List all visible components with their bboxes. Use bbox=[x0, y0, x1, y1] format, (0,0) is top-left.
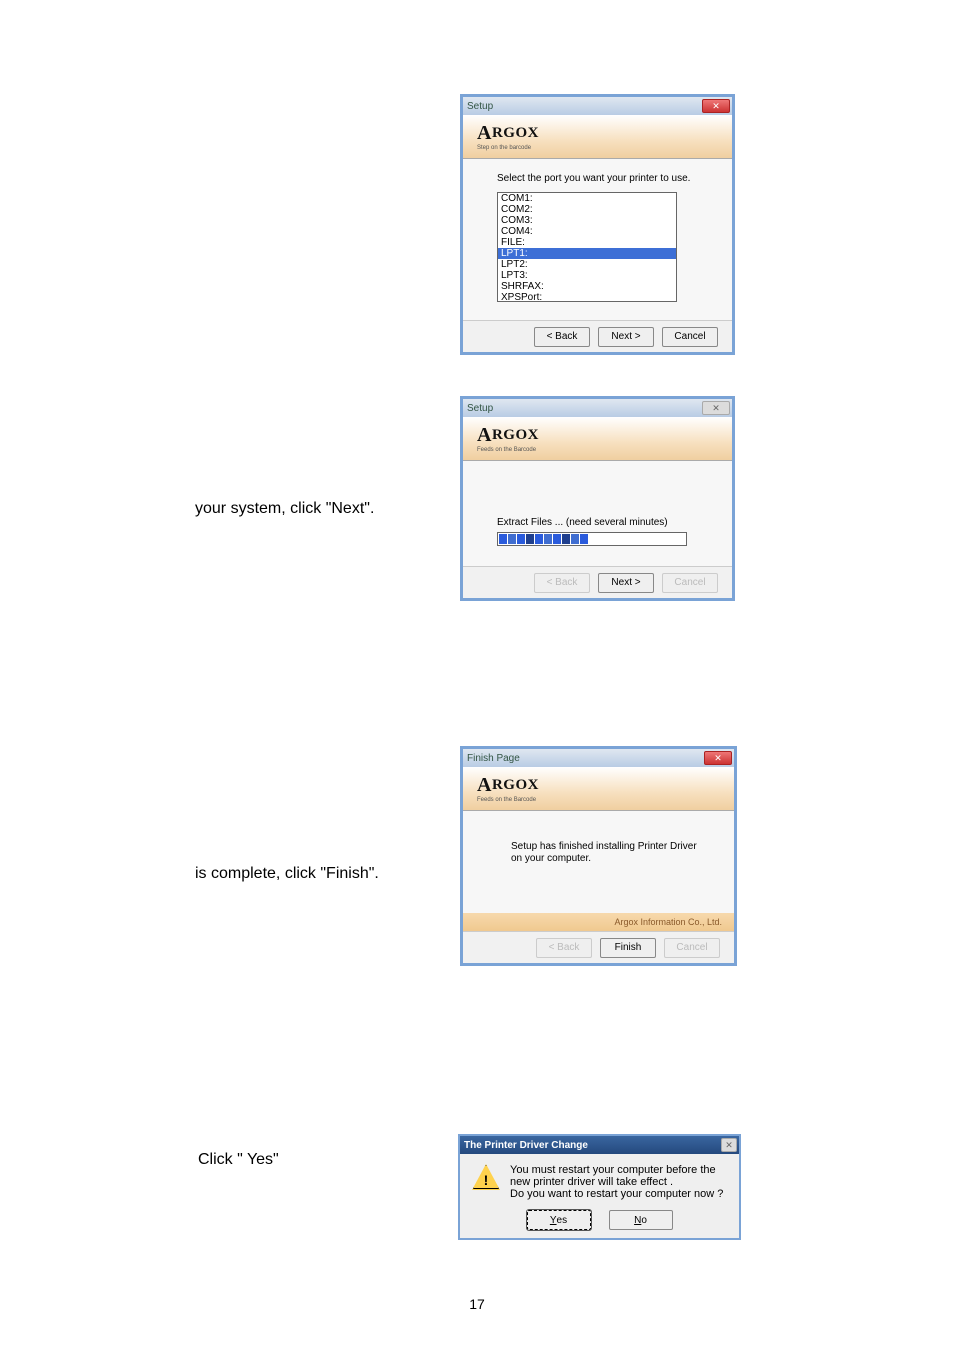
caption-complete: is complete, click "Finish". bbox=[195, 865, 379, 883]
argox-logo: ARGOX bbox=[477, 774, 734, 797]
cancel-button: Cancel bbox=[664, 938, 720, 958]
port-option[interactable]: LPT3: bbox=[498, 270, 676, 281]
msgbox-line2: Do you want to restart your computer now… bbox=[510, 1188, 727, 1200]
port-option[interactable]: COM4: bbox=[498, 226, 676, 237]
argox-banner: ARGOX Step on the barcode bbox=[463, 115, 732, 159]
port-listbox[interactable]: COM1:COM2:COM3:COM4:FILE:LPT1:LPT2:LPT3:… bbox=[497, 192, 677, 302]
back-button: < Back bbox=[534, 573, 590, 593]
extract-label: Extract Files ... (need several minutes) bbox=[497, 517, 712, 528]
titlebar: The Printer Driver Change ✕ bbox=[460, 1136, 739, 1154]
page-number: 17 bbox=[469, 1296, 485, 1312]
titlebar: Setup ✕ bbox=[463, 399, 732, 417]
back-button[interactable]: < Back bbox=[534, 327, 590, 347]
caption-yes: Click " Yes" bbox=[198, 1151, 279, 1169]
port-option[interactable]: FILE: bbox=[498, 237, 676, 248]
port-option[interactable]: COM2: bbox=[498, 204, 676, 215]
port-label: Select the port you want your printer to… bbox=[497, 173, 712, 184]
cancel-button[interactable]: Cancel bbox=[662, 327, 718, 347]
finish-message: Setup has finished installing Printer Dr… bbox=[511, 841, 698, 865]
next-button[interactable]: Next > bbox=[598, 327, 654, 347]
titlebar: Setup ✕ bbox=[463, 97, 732, 115]
back-button: < Back bbox=[536, 938, 592, 958]
argox-tagline: Step on the barcode bbox=[477, 145, 732, 151]
finish-dialog: Finish Page ✕ ARGOX Feeds on the Barcode… bbox=[460, 746, 737, 966]
argox-tagline: Feeds on the Barcode bbox=[477, 797, 734, 803]
argox-tagline: Feeds on the Barcode bbox=[477, 447, 732, 453]
warning-icon: ! bbox=[472, 1164, 500, 1200]
close-icon[interactable]: ✕ bbox=[702, 401, 730, 415]
no-button[interactable]: No bbox=[609, 1210, 673, 1230]
cancel-button: Cancel bbox=[662, 573, 718, 593]
dialog-title: Finish Page bbox=[467, 753, 520, 764]
yes-button[interactable]: Yes bbox=[527, 1210, 591, 1230]
setup-extract-dialog: Setup ✕ ARGOX Feeds on the Barcode Extra… bbox=[460, 396, 735, 601]
dialog-title: The Printer Driver Change bbox=[464, 1140, 588, 1151]
argox-banner: ARGOX Feeds on the Barcode bbox=[463, 417, 732, 461]
port-option[interactable]: LPT2: bbox=[498, 259, 676, 270]
next-button[interactable]: Next > bbox=[598, 573, 654, 593]
port-option[interactable]: COM3: bbox=[498, 215, 676, 226]
argox-logo: ARGOX bbox=[477, 122, 732, 145]
argox-banner: ARGOX Feeds on the Barcode bbox=[463, 767, 734, 811]
caption-system: your system, click "Next". bbox=[195, 500, 374, 518]
setup-port-dialog: Setup ✕ ARGOX Step on the barcode Select… bbox=[460, 94, 735, 355]
msgbox-line1: You must restart your computer before th… bbox=[510, 1164, 727, 1188]
close-icon[interactable]: ✕ bbox=[702, 99, 730, 113]
port-option[interactable]: LPT1: bbox=[498, 248, 676, 259]
dialog-title: Setup bbox=[467, 403, 493, 414]
argox-logo: ARGOX bbox=[477, 424, 732, 447]
titlebar: Finish Page ✕ bbox=[463, 749, 734, 767]
company-footer: Argox Information Co., Ltd. bbox=[463, 913, 734, 931]
restart-msgbox: The Printer Driver Change ✕ ! You must r… bbox=[458, 1134, 741, 1240]
finish-button[interactable]: Finish bbox=[600, 938, 656, 958]
close-icon[interactable]: ✕ bbox=[721, 1138, 737, 1152]
port-option[interactable]: COM1: bbox=[498, 193, 676, 204]
port-option[interactable]: XPSPort: bbox=[498, 292, 676, 302]
msgbox-body: ! You must restart your computer before … bbox=[460, 1154, 739, 1206]
dialog-title: Setup bbox=[467, 101, 493, 112]
close-icon[interactable]: ✕ bbox=[704, 751, 732, 765]
progress-bar bbox=[497, 532, 687, 546]
port-option[interactable]: SHRFAX: bbox=[498, 281, 676, 292]
